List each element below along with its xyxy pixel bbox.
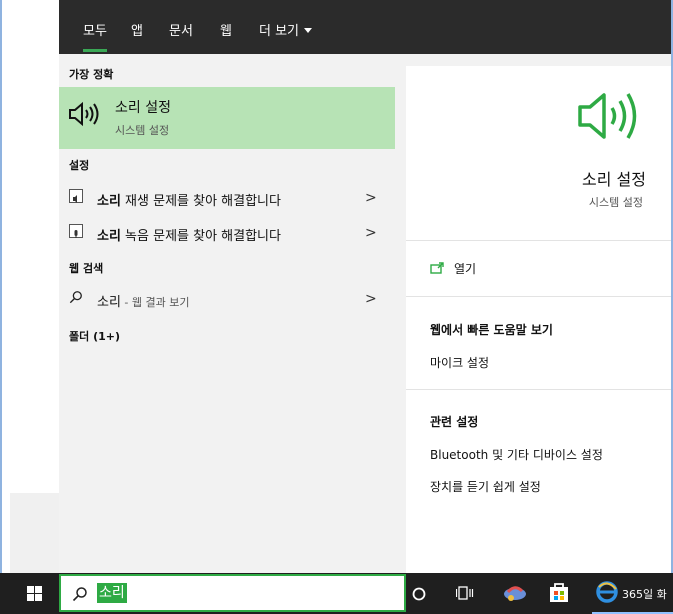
task-view-icon[interactable] [456,585,474,601]
best-match-title: 소리 설정 [115,100,171,116]
taskbar: 소리 365일 화 [0,573,673,614]
desktop-area [2,0,59,573]
search-tab-bar: 모두 앱 문서 웹 더 보기 [59,0,673,54]
edge-browser-icon[interactable] [596,581,618,603]
related-link-ease-of-hearing[interactable]: 장치를 듣기 쉽게 설정 [430,478,541,495]
search-icon [69,291,82,304]
open-icon [430,262,444,274]
best-match-header: 가장 정확 [69,68,114,81]
settings-header: 설정 [69,159,90,172]
divider [406,240,673,241]
troubleshoot-icon [69,189,83,203]
detail-subtitle: 시스템 설정 [588,196,643,209]
help-link-mic-settings[interactable]: 마이크 설정 [430,354,489,371]
speaker-icon [578,93,637,139]
web-search-item[interactable]: 소리 - 웹 결과 보기 > [59,283,395,315]
tab-apps[interactable]: 앱 [131,20,143,54]
settings-item-playback[interactable]: 소리 재생 문제를 찾아 해결합니다 > [59,182,395,214]
best-match-item[interactable]: 소리 설정 시스템 설정 [59,87,395,149]
search-input[interactable]: 소리 [97,583,127,603]
tab-all[interactable]: 모두 [83,20,107,54]
results-list: 가장 정확 소리 설정 시스템 설정 설정 소리 재생 문제를 찾아 해결합니다… [59,54,395,573]
cortana-circle-icon[interactable] [412,587,426,601]
search-panel: 모두 앱 문서 웹 더 보기 가장 정확 소리 설정 시스템 설정 설정 소리 … [59,0,673,573]
open-action[interactable]: 열기 [430,260,476,277]
settings-item-label: 소리 녹음 문제를 찾아 해결합니다 [97,229,281,244]
desktop-area-gray [10,493,59,573]
troubleshoot-icon [69,224,83,238]
related-settings-header: 관련 설정 [430,415,479,429]
detail-title: 소리 설정 [582,170,646,189]
tab-web[interactable]: 웹 [220,20,232,54]
tab-more[interactable]: 더 보기 [259,20,313,54]
related-link-bluetooth[interactable]: Bluetooth 및 기타 디바이스 설정 [430,446,603,463]
help-header: 웹에서 빠른 도움말 보기 [430,323,553,337]
app-icon[interactable] [502,582,528,604]
divider [406,389,673,390]
detail-pane: 소리 설정 시스템 설정 열기 웹에서 빠른 도움말 보기 마이크 설정 관련 … [406,66,673,573]
tab-more-label: 더 보기 [259,24,300,39]
open-label: 열기 [454,262,477,276]
chevron-down-icon [304,28,313,33]
store-icon[interactable] [548,581,570,603]
best-match-subtitle: 시스템 설정 [115,124,170,137]
chevron-right-icon[interactable]: > [365,190,377,206]
chevron-right-icon[interactable]: > [365,291,377,307]
windows-start-icon[interactable] [27,586,42,601]
speaker-icon [69,101,99,127]
search-icon [72,587,87,602]
taskbar-app-label[interactable]: 365일 화 [622,586,667,602]
web-search-label: 소리 - 웹 결과 보기 [97,295,190,310]
divider [406,296,673,297]
chevron-right-icon[interactable]: > [365,225,377,241]
settings-item-label: 소리 재생 문제를 찾아 해결합니다 [97,194,281,209]
taskbar-search-box[interactable]: 소리 [59,574,406,612]
tab-documents[interactable]: 문서 [169,20,193,54]
settings-item-recording[interactable]: 소리 녹음 문제를 찾아 해결합니다 > [59,217,395,249]
web-search-header: 웹 검색 [69,262,104,275]
folders-header[interactable]: 폴더 (1+) [69,328,120,344]
